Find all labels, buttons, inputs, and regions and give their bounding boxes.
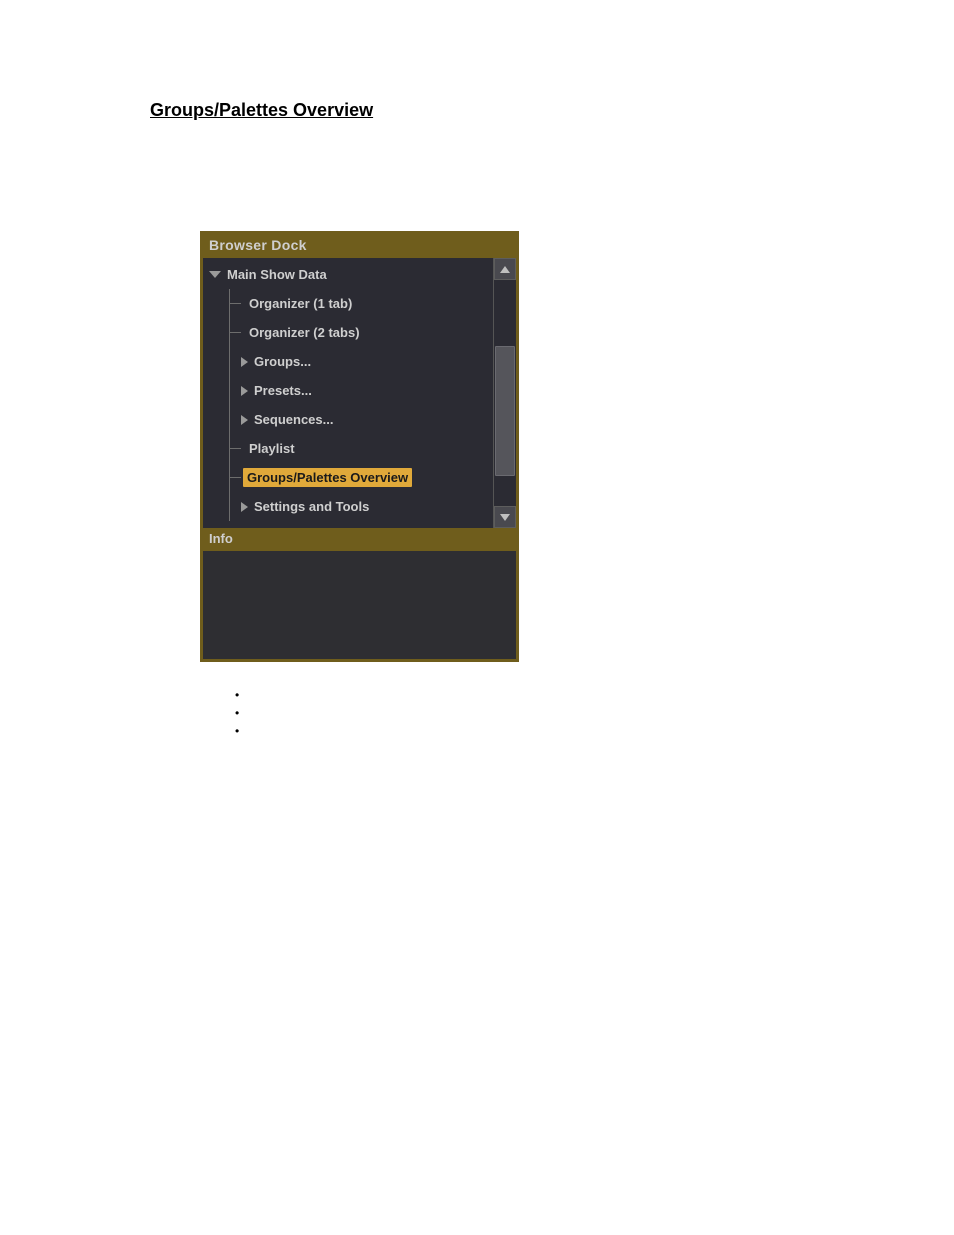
info-panel-body: [203, 551, 516, 659]
tree-item-label: Organizer (2 tabs): [249, 325, 360, 340]
browser-dock-panel: Browser Dock Main Show Data Organizer (1…: [200, 231, 519, 662]
tree-item-groups[interactable]: Groups...: [203, 347, 493, 376]
chevron-right-icon[interactable]: [241, 415, 248, 425]
list-item: •: [235, 686, 904, 704]
panel-title: Browser Dock: [203, 234, 516, 258]
screenshot-region: Browser Dock Main Show Data Organizer (1…: [200, 231, 904, 662]
tree-item-organizer-1tab[interactable]: Organizer (1 tab): [203, 289, 493, 318]
chevron-right-icon[interactable]: [241, 386, 248, 396]
tree-item-label: Groups/Palettes Overview: [243, 468, 412, 487]
tree-root-main-show-data[interactable]: Main Show Data: [203, 260, 493, 289]
tree-item-label: Playlist: [249, 441, 295, 456]
tree-item-playlist[interactable]: Playlist: [203, 434, 493, 463]
tree-item-groups-palettes-overview[interactable]: Groups/Palettes Overview: [203, 463, 493, 492]
tree-item-label: Sequences...: [254, 412, 333, 427]
info-panel-title: Info: [203, 528, 516, 551]
tree-item-label: Settings and Tools: [254, 499, 369, 514]
list-item: •: [235, 704, 904, 722]
chevron-down-icon[interactable]: [209, 271, 221, 278]
tree-item-sequences[interactable]: Sequences...: [203, 405, 493, 434]
scrollbar-track[interactable]: [494, 280, 516, 506]
tree-item-label: Groups...: [254, 354, 311, 369]
list-item: •: [235, 722, 904, 740]
tree-item-presets[interactable]: Presets...: [203, 376, 493, 405]
tree-view[interactable]: Main Show Data Organizer (1 tab) Organiz…: [203, 258, 493, 528]
arrow-up-icon: [500, 266, 510, 273]
section-heading-link[interactable]: Groups/Palettes Overview: [150, 100, 904, 121]
bullet-list: • • •: [235, 686, 904, 740]
scrollbar-thumb[interactable]: [495, 346, 515, 476]
tree-item-organizer-2tabs[interactable]: Organizer (2 tabs): [203, 318, 493, 347]
chevron-right-icon[interactable]: [241, 357, 248, 367]
tree-area: Main Show Data Organizer (1 tab) Organiz…: [203, 258, 516, 528]
document-page: Groups/Palettes Overview Browser Dock Ma…: [0, 0, 954, 780]
scroll-up-button[interactable]: [494, 258, 516, 280]
tree-item-label: Presets...: [254, 383, 312, 398]
scroll-down-button[interactable]: [494, 506, 516, 528]
vertical-scrollbar[interactable]: [493, 258, 516, 528]
tree-root-label: Main Show Data: [227, 267, 327, 282]
chevron-right-icon[interactable]: [241, 502, 248, 512]
tree-item-settings-tools[interactable]: Settings and Tools: [203, 492, 493, 521]
arrow-down-icon: [500, 514, 510, 521]
tree-item-label: Organizer (1 tab): [249, 296, 352, 311]
